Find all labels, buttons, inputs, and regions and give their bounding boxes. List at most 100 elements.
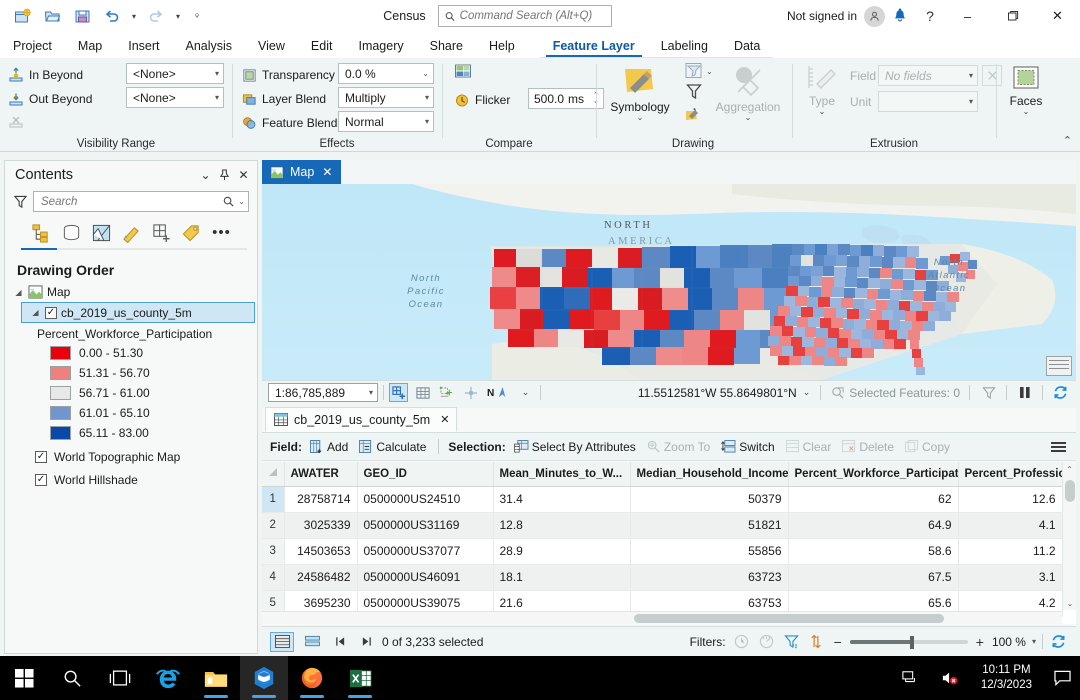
calculate-field-button[interactable]: Calculate xyxy=(356,439,429,455)
tab-map[interactable]: Map xyxy=(65,36,115,58)
map-overview-thumbnail[interactable] xyxy=(1046,356,1072,376)
table-options-menu-icon[interactable] xyxy=(1049,440,1068,454)
contents-close-icon[interactable]: ✕ xyxy=(234,165,253,185)
minimize-button[interactable]: – xyxy=(945,0,990,32)
faces-dropdown-icon[interactable]: ⌄ xyxy=(1023,108,1030,116)
sort-order-icon[interactable] xyxy=(807,632,826,651)
map-tools-dropdown-icon[interactable]: ⌄ xyxy=(516,383,535,402)
clear-selection-icon[interactable] xyxy=(979,383,998,402)
cell-income[interactable]: 63723 xyxy=(630,564,789,591)
cell-workforce[interactable]: 58.6 xyxy=(788,538,959,565)
grid-scroll-up-icon[interactable]: ⌃ xyxy=(1063,462,1076,476)
notifications-icon[interactable] xyxy=(885,1,915,31)
tab-list-by-snapping[interactable] xyxy=(147,220,176,246)
legend-item[interactable]: 61.01 - 65.10 xyxy=(5,403,257,423)
filter-button[interactable] xyxy=(686,83,702,104)
new-project-icon[interactable] xyxy=(8,3,36,29)
cell-mean-minutes[interactable]: 28.9 xyxy=(493,538,631,565)
save-project-icon[interactable] xyxy=(68,3,96,29)
row-number[interactable]: 1 xyxy=(262,486,285,513)
move-tool-icon[interactable] xyxy=(461,383,480,402)
customize-qat-icon[interactable]: ⩒ xyxy=(186,3,208,29)
cell-mean-minutes[interactable]: 12.8 xyxy=(493,512,631,539)
command-search-input[interactable] xyxy=(459,10,605,22)
time-filter-icon[interactable] xyxy=(732,632,751,651)
file-explorer-icon[interactable] xyxy=(192,656,240,700)
cell-mean-minutes[interactable]: 31.4 xyxy=(493,486,631,513)
basemap-topo-checkbox[interactable]: ✓ xyxy=(35,451,47,463)
zoom-out-button[interactable]: − xyxy=(832,634,844,650)
legend-item[interactable]: 0.00 - 51.30 xyxy=(5,343,257,363)
tree-item-map[interactable]: ◢ Map xyxy=(5,282,257,302)
cell-geoid[interactable]: 0500000US37077 xyxy=(357,538,494,565)
open-project-icon[interactable] xyxy=(38,3,66,29)
tab-feature-layer[interactable]: Feature Layer xyxy=(540,36,648,58)
collapse-ribbon-icon[interactable]: ⌃ xyxy=(1063,134,1072,147)
redo-icon[interactable] xyxy=(142,3,170,29)
row-number[interactable]: 2 xyxy=(262,512,285,539)
transparency-combo[interactable]: 0.0 % ⌄ xyxy=(338,63,434,84)
internet-explorer-icon[interactable] xyxy=(144,656,192,700)
display-filters-button[interactable]: ⌄ xyxy=(684,62,713,80)
last-record-button[interactable] xyxy=(356,632,376,652)
faces-button[interactable]: Faces ⌄ xyxy=(1006,64,1046,116)
help-icon[interactable]: ? xyxy=(915,1,945,31)
cell-income[interactable]: 50379 xyxy=(630,486,789,513)
tree-item-basemap-hillshade[interactable]: ✓ World Hillshade xyxy=(5,470,257,490)
map-view[interactable]: North Pacific Ocean North Atlantic Ocean NOR… xyxy=(262,184,1076,380)
cell-geoid[interactable]: 0500000US46091 xyxy=(357,564,494,591)
north-arrow-icon[interactable]: N xyxy=(485,383,511,402)
swipe-icon[interactable] xyxy=(454,63,472,83)
tab-analysis[interactable]: Analysis xyxy=(173,36,246,58)
cell-professional[interactable]: 11.2 xyxy=(958,538,1063,565)
column-header-geoid[interactable]: GEO_ID xyxy=(357,462,494,487)
symbology-dropdown-icon[interactable]: ⌄ xyxy=(637,114,644,122)
clear-visibility-range-icon[interactable] xyxy=(8,113,24,132)
cell-geoid[interactable]: 0500000US24510 xyxy=(357,486,494,513)
taskbar-clock[interactable]: 10:11 PM 12/3/2023 xyxy=(975,663,1038,693)
redo-dropdown-icon[interactable]: ▾ xyxy=(172,3,184,29)
table-row[interactable]: 1 28758714 0500000US24510 31.4 50379 62 … xyxy=(262,486,1063,513)
cell-awater[interactable]: 3025339 xyxy=(284,512,358,539)
start-icon[interactable] xyxy=(0,656,48,700)
pause-drawing-icon[interactable] xyxy=(1015,383,1034,402)
tab-data[interactable]: Data xyxy=(721,36,773,58)
cell-workforce[interactable]: 62 xyxy=(788,486,959,513)
contents-pin-icon[interactable] xyxy=(215,165,234,185)
zoom-in-button[interactable]: + xyxy=(974,634,986,650)
restore-button[interactable] xyxy=(990,0,1035,32)
task-view-icon[interactable] xyxy=(96,656,144,700)
cell-income[interactable]: 51821 xyxy=(630,512,789,539)
grid-vertical-scrollbar[interactable]: ⌃ ⌄ xyxy=(1062,462,1076,610)
refresh-map-icon[interactable] xyxy=(1051,383,1070,402)
contents-search-input[interactable] xyxy=(41,195,224,208)
undo-icon[interactable] xyxy=(98,3,126,29)
volume-muted-icon[interactable] xyxy=(935,656,965,700)
cell-mean-minutes[interactable]: 18.1 xyxy=(493,564,631,591)
avatar[interactable] xyxy=(864,5,885,27)
selection-tool-icon[interactable] xyxy=(389,383,408,402)
cell-workforce[interactable]: 64.9 xyxy=(788,512,959,539)
excel-icon[interactable] xyxy=(336,656,384,700)
range-filter-icon[interactable] xyxy=(757,632,776,651)
tab-list-by-data-source[interactable] xyxy=(57,220,86,246)
cell-workforce[interactable]: 67.5 xyxy=(788,564,959,591)
map-canvas[interactable] xyxy=(262,184,1076,380)
tab-project[interactable]: Project xyxy=(0,36,65,58)
feature-blend-combo[interactable]: Normal ▾ xyxy=(338,111,434,132)
column-header-workforce[interactable]: Percent_Workforce_Participation xyxy=(788,462,959,487)
table-view-button[interactable] xyxy=(270,631,294,652)
layer-blend-combo[interactable]: Multiply ▾ xyxy=(338,87,434,108)
network-icon[interactable] xyxy=(895,656,925,700)
symbology-button[interactable]: Symbology ⌄ xyxy=(602,64,678,122)
contents-more-tabs-icon[interactable]: ••• xyxy=(207,220,236,246)
cell-geoid[interactable]: 0500000US31169 xyxy=(357,512,494,539)
cell-professional[interactable]: 4.1 xyxy=(958,512,1063,539)
attribute-table-tab[interactable]: cb_2019_us_county_5m ✕ xyxy=(265,407,458,432)
add-field-button[interactable]: Add xyxy=(307,439,351,455)
contents-search-box[interactable]: ⌄ xyxy=(33,191,249,212)
row-number[interactable]: 4 xyxy=(262,564,285,591)
zoom-slider-thumb[interactable] xyxy=(909,635,914,649)
grid-horizontal-scrollbar[interactable] xyxy=(262,611,1062,624)
undo-dropdown-icon[interactable]: ▾ xyxy=(128,3,140,29)
